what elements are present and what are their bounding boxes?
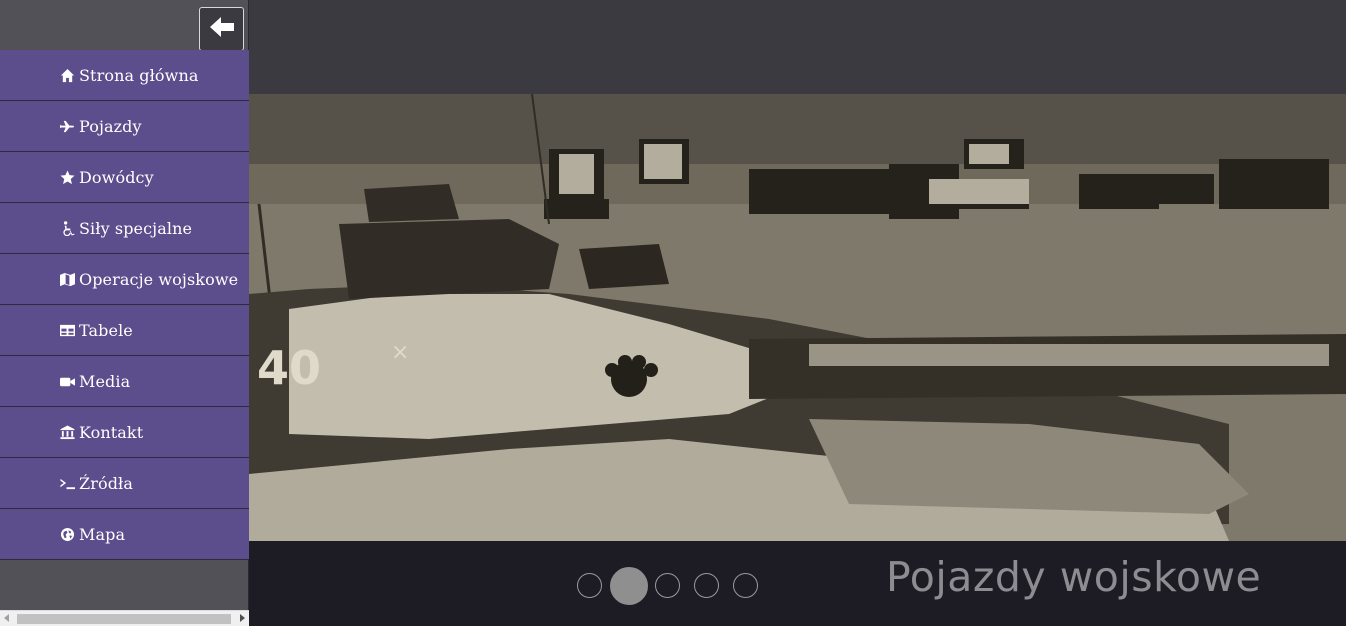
hero-photo: 40 × xyxy=(249,94,1346,541)
sidebar-item-label: Źródła xyxy=(79,473,133,493)
sidebar-item-label: Strona główna xyxy=(79,65,199,85)
sidebar: Strona główna Pojazdy Dowódcy Siły specj… xyxy=(0,0,249,626)
sidebar-item-label: Tabele xyxy=(79,320,133,340)
sidebar-item-home[interactable]: Strona główna xyxy=(0,50,249,101)
slide-caption: Pojazdy wojskowe xyxy=(886,553,1262,601)
terminal-icon xyxy=(59,475,75,491)
sidebar-item-operations[interactable]: Operacje wojskowe xyxy=(0,254,249,305)
scroll-right-icon[interactable] xyxy=(240,614,245,622)
sidebar-item-tables[interactable]: Tabele xyxy=(0,305,249,356)
plane-icon xyxy=(59,118,75,134)
sidebar-item-label: Pojazdy xyxy=(79,116,142,136)
sidebar-item-label: Mapa xyxy=(79,524,126,544)
horizontal-scrollbar[interactable] xyxy=(0,610,249,626)
table-icon xyxy=(59,322,75,338)
sidebar-item-media[interactable]: Media xyxy=(0,356,249,407)
sidebar-item-commanders[interactable]: Dowódcy xyxy=(0,152,249,203)
slider-dot-5[interactable] xyxy=(733,573,758,598)
video-camera-icon xyxy=(59,373,75,389)
map-icon xyxy=(59,271,75,287)
star-icon xyxy=(59,169,75,185)
sidebar-item-label: Siły specjalne xyxy=(79,218,193,238)
wheelchair-icon xyxy=(59,220,75,236)
slider-dot-2-active[interactable] xyxy=(610,567,648,605)
sidebar-menu: Strona główna Pojazdy Dowódcy Siły specj… xyxy=(0,50,249,560)
sidebar-item-label: Operacje wojskowe xyxy=(79,269,239,289)
back-button[interactable] xyxy=(199,7,244,51)
sidebar-item-special-forces[interactable]: Siły specjalne xyxy=(0,203,249,254)
sidebar-item-label: Media xyxy=(79,371,131,391)
slider-dot-1[interactable] xyxy=(577,573,602,598)
arrow-left-icon xyxy=(208,13,236,45)
bank-icon xyxy=(59,424,75,440)
globe-icon xyxy=(59,526,75,542)
slider-dot-3[interactable] xyxy=(655,573,680,598)
hero-image-tanks: 40 × xyxy=(249,94,1346,541)
scrollbar-thumb[interactable] xyxy=(17,614,231,624)
sidebar-item-vehicles[interactable]: Pojazdy xyxy=(0,101,249,152)
top-header xyxy=(249,0,1346,94)
sidebar-item-contact[interactable]: Kontakt xyxy=(0,407,249,458)
sidebar-item-sources[interactable]: Źródła xyxy=(0,458,249,509)
sidebar-item-label: Kontakt xyxy=(79,422,144,442)
sidebar-item-label: Dowódcy xyxy=(79,167,154,187)
sidebar-item-map[interactable]: Mapa xyxy=(0,509,249,560)
scroll-left-icon[interactable] xyxy=(4,614,9,622)
slider-controls: Pojazdy wojskowe xyxy=(249,541,1346,626)
slider-dot-4[interactable] xyxy=(694,573,719,598)
home-icon xyxy=(59,67,75,83)
